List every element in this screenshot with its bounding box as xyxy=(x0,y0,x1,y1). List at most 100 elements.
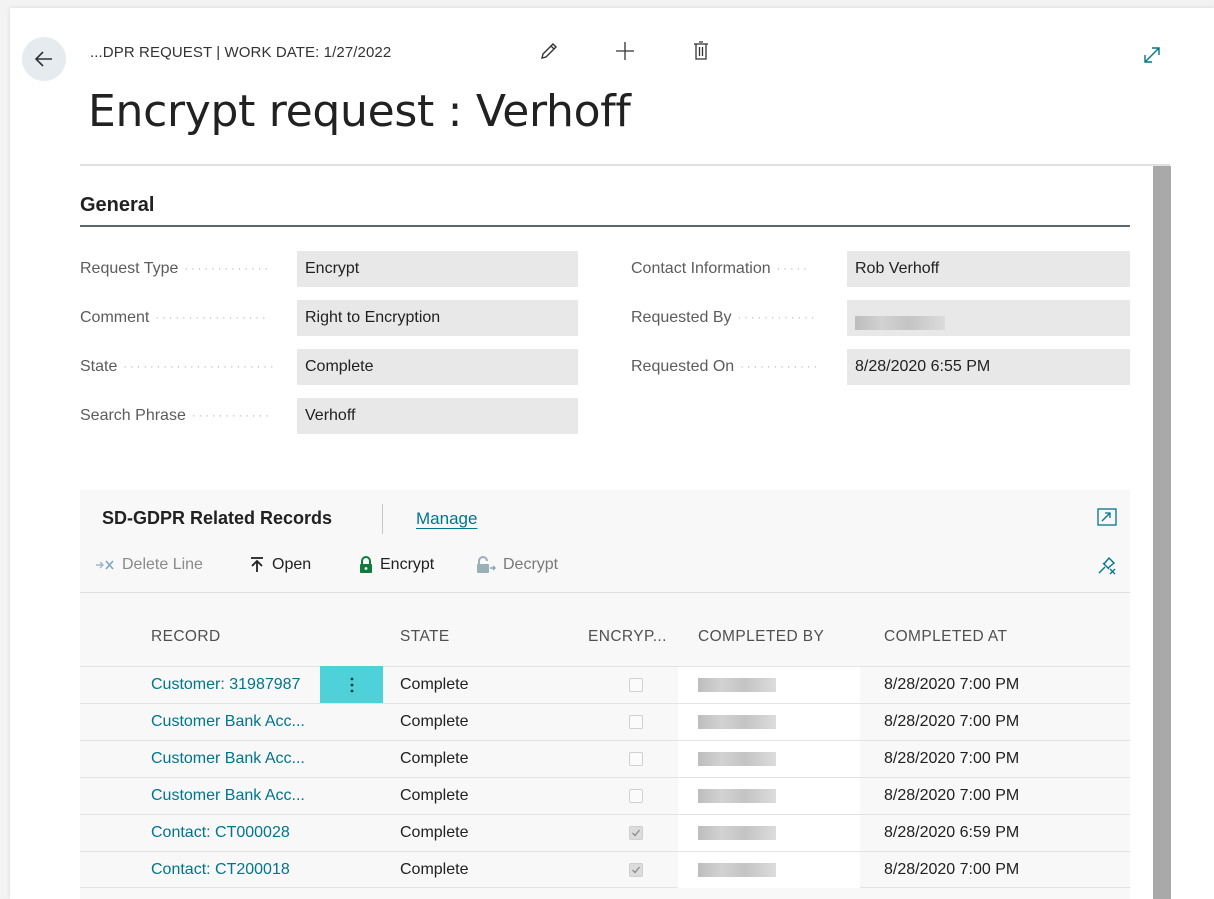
redacted-name xyxy=(698,789,776,803)
delete-line-icon xyxy=(96,560,114,570)
field-requested-by: Requested By ············ xyxy=(631,300,841,336)
manage-menu[interactable]: Manage xyxy=(416,509,477,529)
back-button[interactable] xyxy=(22,37,66,81)
state-cell: Complete xyxy=(400,676,469,693)
decrypt-button[interactable]: Decrypt xyxy=(475,556,558,574)
completed-by-cell xyxy=(678,667,860,703)
field-comment: Comment ················· xyxy=(80,300,290,336)
edit-button[interactable] xyxy=(534,36,564,66)
completed-by-cell xyxy=(678,741,860,777)
encrypted-checkbox[interactable] xyxy=(629,826,643,840)
delete-button[interactable] xyxy=(686,36,716,66)
page-title: Encrypt request : Verhoff xyxy=(88,86,631,137)
encrypted-checkbox[interactable] xyxy=(629,863,643,877)
encrypted-checkbox[interactable] xyxy=(629,752,643,766)
state-cell: Complete xyxy=(400,824,469,841)
completed-by-cell xyxy=(678,852,860,888)
record-link[interactable]: Customer Bank Acc... xyxy=(151,778,305,814)
redacted-name xyxy=(698,826,776,840)
delete-line-button[interactable]: Delete Line xyxy=(94,556,203,574)
unlock-icon xyxy=(477,556,496,573)
column-header-record[interactable]: RECORD xyxy=(151,628,221,646)
encrypt-button[interactable]: Encrypt xyxy=(358,556,434,574)
column-header-completed-by[interactable]: COMPLETED BY xyxy=(698,628,824,646)
state-value[interactable]: Complete xyxy=(297,349,578,385)
record-link[interactable]: Customer Bank Acc... xyxy=(151,741,305,777)
checkmark-icon xyxy=(632,866,641,874)
redacted-name xyxy=(698,715,776,729)
expand-page-button[interactable] xyxy=(1137,40,1167,70)
field-label: State ······················· xyxy=(80,358,277,376)
field-search-phrase: Search Phrase ············ xyxy=(80,398,290,434)
expand-part-icon xyxy=(1097,508,1117,526)
scrollbar[interactable] xyxy=(1153,166,1171,899)
general-section-divider xyxy=(80,225,1130,227)
table-row[interactable]: Contact: CT000028 Complete 8/28/2020 6:5… xyxy=(80,814,1130,851)
field-label: Comment ················· xyxy=(80,309,269,327)
record-link[interactable]: Customer: 31987987 xyxy=(151,667,300,703)
record-link[interactable]: Customer Bank Acc... xyxy=(151,704,305,740)
table-row[interactable]: Customer Bank Acc... Complete 8/28/2020 … xyxy=(80,740,1130,777)
breadcrumb: ...DPR REQUEST | WORK DATE: 1/27/2022 xyxy=(90,44,392,61)
state-cell: Complete xyxy=(400,861,469,878)
state-cell: Complete xyxy=(400,750,469,767)
open-button[interactable]: Open xyxy=(248,556,311,574)
column-header-completed-at[interactable]: COMPLETED AT xyxy=(884,628,1007,646)
completed-by-cell xyxy=(678,815,860,851)
related-records-title: SD-GDPR Related Records xyxy=(102,508,333,528)
completed-at-cell: 8/28/2020 7:00 PM xyxy=(884,787,1020,804)
general-section-title[interactable]: General xyxy=(80,194,154,217)
table-row[interactable]: Customer Bank Acc... Complete 8/28/2020 … xyxy=(80,777,1130,814)
grid-rows: Customer: 31987987 Complete 8/28/2020 7:… xyxy=(80,666,1130,888)
back-arrow-icon xyxy=(34,51,52,67)
table-row[interactable]: Customer Bank Acc... Complete 8/28/2020 … xyxy=(80,703,1130,740)
record-link[interactable]: Contact: CT200018 xyxy=(151,852,290,888)
field-request-type: Request Type ············· xyxy=(80,251,290,287)
open-arrow-up-icon xyxy=(251,557,263,572)
new-button[interactable] xyxy=(610,36,640,66)
row-actions-button[interactable] xyxy=(320,666,383,703)
expand-icon xyxy=(1144,47,1160,63)
table-row[interactable]: Contact: CT200018 Complete 8/28/2020 7:0… xyxy=(80,851,1130,888)
search-phrase-value[interactable]: Verhoff xyxy=(297,398,578,434)
redacted-name xyxy=(698,678,776,692)
title-separator xyxy=(382,504,383,534)
vertical-ellipsis-icon xyxy=(350,677,353,692)
state-cell: Complete xyxy=(400,787,469,804)
completed-at-cell: 8/28/2020 7:00 PM xyxy=(884,750,1020,767)
request-type-value[interactable]: Encrypt xyxy=(297,251,578,287)
column-header-state[interactable]: STATE xyxy=(400,628,450,646)
completed-at-cell: 8/28/2020 6:59 PM xyxy=(884,824,1020,841)
redacted-name xyxy=(698,752,776,766)
redacted-name xyxy=(698,863,776,877)
field-label: Contact Information ····· xyxy=(631,260,810,278)
comment-value[interactable]: Right to Encryption xyxy=(297,300,578,336)
field-state: State ······················· xyxy=(80,349,290,385)
contact-information-value[interactable]: Rob Verhoff xyxy=(847,251,1130,287)
requested-on-value[interactable]: 8/28/2020 6:55 PM xyxy=(847,349,1130,385)
field-label: Request Type ············· xyxy=(80,260,272,278)
pin-icon xyxy=(1098,556,1116,575)
lock-icon xyxy=(360,556,372,573)
expand-part-button[interactable] xyxy=(1096,506,1118,528)
field-contact-information: Contact Information ····· xyxy=(631,251,841,287)
column-header-encrypted[interactable]: ENCRYP... xyxy=(588,628,667,646)
requested-by-value[interactable] xyxy=(847,300,1130,336)
delete-trash-icon xyxy=(694,41,708,60)
new-plus-icon xyxy=(616,42,634,60)
record-link[interactable]: Contact: CT000028 xyxy=(151,815,290,851)
checkmark-icon xyxy=(632,829,641,837)
completed-by-cell xyxy=(678,704,860,740)
encrypted-checkbox[interactable] xyxy=(629,789,643,803)
completed-at-cell: 8/28/2020 7:00 PM xyxy=(884,676,1020,693)
title-divider xyxy=(80,164,1170,166)
encrypted-checkbox[interactable] xyxy=(629,678,643,692)
field-label: Requested By ············ xyxy=(631,309,818,327)
field-requested-on: Requested On ············ xyxy=(631,349,841,385)
completed-at-cell: 8/28/2020 7:00 PM xyxy=(884,861,1020,878)
personalize-pin-button[interactable] xyxy=(1096,554,1118,576)
table-row[interactable]: Customer: 31987987 Complete 8/28/2020 7:… xyxy=(80,666,1130,703)
encrypted-checkbox[interactable] xyxy=(629,715,643,729)
related-records-part: SD-GDPR Related Records Manage Delete Li… xyxy=(80,490,1130,899)
field-label: Search Phrase ············ xyxy=(80,407,272,425)
